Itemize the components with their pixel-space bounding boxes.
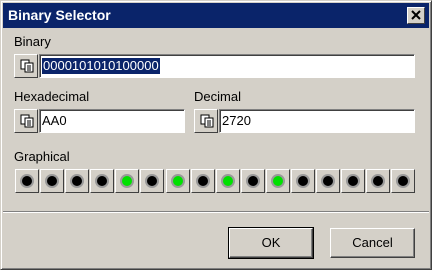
decimal-field[interactable]: 2720 — [219, 109, 415, 133]
bit-toggle-8[interactable] — [190, 169, 215, 193]
close-icon — [411, 10, 421, 20]
led-off-icon — [321, 174, 336, 188]
decimal-label: Decimal — [194, 89, 241, 104]
bit-toggle-1[interactable] — [366, 169, 391, 193]
decimal-copy-button[interactable] — [194, 109, 218, 133]
bit-toggle-13[interactable] — [65, 169, 90, 193]
led-off-icon — [45, 174, 60, 188]
bit-toggle-row — [15, 169, 417, 193]
bit-toggle-11[interactable] — [115, 169, 140, 193]
led-off-icon — [346, 174, 361, 188]
bit-toggle-6[interactable] — [240, 169, 265, 193]
led-off-icon — [70, 174, 85, 188]
bit-toggle-5[interactable] — [265, 169, 290, 193]
cancel-button[interactable]: Cancel — [330, 228, 415, 258]
bit-toggle-0[interactable] — [391, 169, 416, 193]
copy-icon — [200, 114, 214, 128]
bit-toggle-3[interactable] — [316, 169, 341, 193]
led-off-icon — [195, 174, 210, 188]
copy-icon — [20, 59, 34, 73]
window-title: Binary Selector — [8, 7, 111, 23]
hex-value: AA0 — [42, 113, 67, 128]
bit-toggle-9[interactable] — [165, 169, 190, 193]
led-on-icon — [220, 174, 235, 188]
separator — [3, 211, 429, 213]
binary-field[interactable]: 0000101010100000 — [39, 54, 415, 78]
bit-toggle-2[interactable] — [341, 169, 366, 193]
title-bar[interactable]: Binary Selector — [3, 3, 429, 28]
bit-toggle-7[interactable] — [215, 169, 240, 193]
binary-label: Binary — [14, 34, 51, 49]
decimal-value: 2720 — [222, 113, 251, 128]
binary-copy-button[interactable] — [14, 54, 38, 78]
led-on-icon — [270, 174, 285, 188]
led-off-icon — [145, 174, 160, 188]
binary-value: 0000101010100000 — [42, 58, 160, 74]
ok-button[interactable]: OK — [228, 227, 314, 259]
led-off-icon — [371, 174, 386, 188]
bit-toggle-12[interactable] — [90, 169, 115, 193]
led-off-icon — [20, 174, 34, 188]
led-off-icon — [396, 174, 411, 188]
bit-toggle-14[interactable] — [40, 169, 65, 193]
graphical-label: Graphical — [14, 149, 70, 164]
bit-toggle-15[interactable] — [15, 169, 39, 193]
led-off-icon — [245, 174, 260, 188]
hex-field[interactable]: AA0 — [39, 109, 185, 133]
hex-copy-button[interactable] — [14, 109, 38, 133]
copy-icon — [20, 114, 34, 128]
hex-label: Hexadecimal — [14, 89, 90, 104]
close-button[interactable] — [407, 7, 425, 24]
led-on-icon — [170, 174, 185, 188]
bit-toggle-10[interactable] — [140, 169, 165, 193]
led-off-icon — [296, 174, 311, 188]
dialog-window: Binary Selector Binary 0000101010100000 … — [0, 0, 432, 270]
bit-toggle-4[interactable] — [291, 169, 316, 193]
led-off-icon — [95, 174, 110, 188]
led-on-icon — [120, 174, 135, 188]
